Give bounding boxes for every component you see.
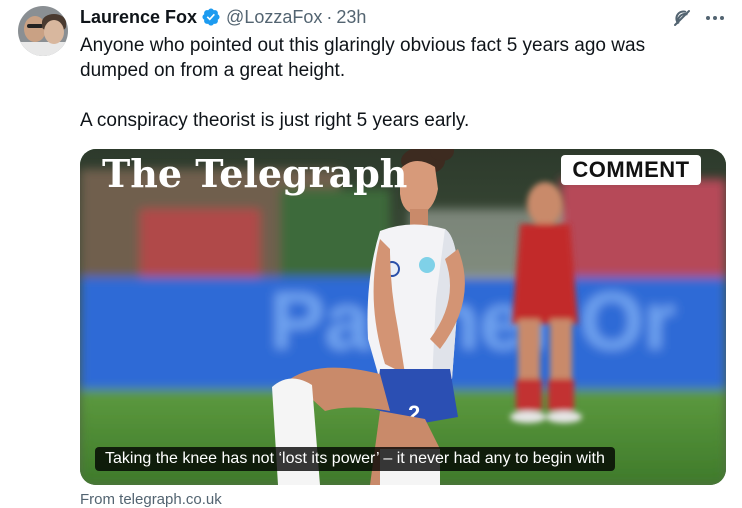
tweet-text-line: dumped on from a great height. [80,60,346,81]
avatar[interactable] [18,6,68,56]
separator-dot: · [326,6,333,27]
grok-icon[interactable] [670,6,694,30]
card-source[interactable]: From telegraph.co.uk [80,491,222,508]
author-handle[interactable]: @LozzaFox [226,7,322,28]
author-name[interactable]: Laurence Fox [80,7,197,28]
tweet-text-line: A conspiracy theorist is just right 5 ye… [80,110,470,131]
svg-text:Partner Or: Partner Or [270,276,676,367]
card-caption[interactable]: Taking the knee has not ‘lost its power’… [95,447,615,471]
tweet[interactable]: Laurence Fox @LozzaFox · 23h Anyone who … [0,0,742,508]
timestamp[interactable]: 23h [336,7,366,28]
verified-badge-icon[interactable] [201,7,221,27]
more-icon[interactable] [702,6,728,30]
tweet-header: Laurence Fox @LozzaFox · 23h [80,6,366,28]
link-card[interactable]: Partner Or 2 The Telegraph COMMENT Takin… [80,149,726,485]
comment-badge: COMMENT [561,155,701,185]
card-image: Partner Or 2 [80,149,726,485]
tweet-text-line: Anyone who pointed out this glaringly ob… [80,35,646,56]
tweet-text: Anyone who pointed out this glaringly ob… [80,33,710,133]
publication-masthead: The Telegraph [102,151,408,196]
